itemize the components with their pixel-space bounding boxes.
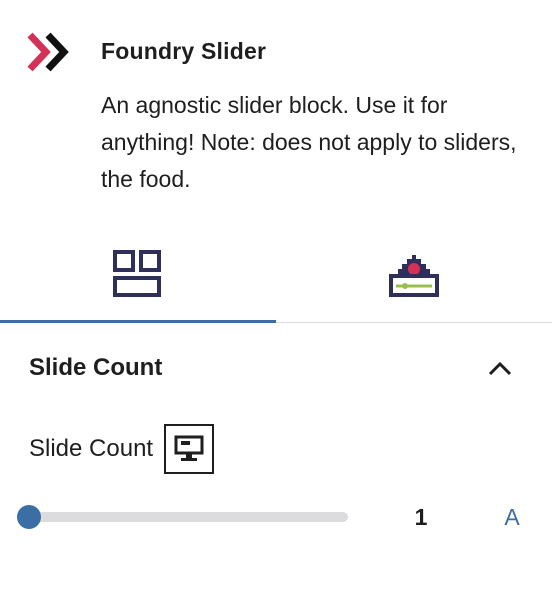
tab-layout[interactable]: [0, 228, 276, 323]
slide-count-label: Slide Count: [29, 435, 154, 462]
unit-toggle-button[interactable]: A: [497, 504, 527, 531]
device-toggle-button[interactable]: [164, 424, 215, 474]
chevron-up-icon[interactable]: [486, 358, 514, 380]
block-card: Foundry Slider An agnostic slider block.…: [0, 0, 552, 215]
range-thumb[interactable]: [17, 505, 41, 529]
slide-count-range: 1 A: [0, 496, 552, 540]
panel-header-slide-count[interactable]: Slide Count: [0, 340, 552, 398]
inspector-tabs: [0, 228, 552, 323]
range-track[interactable]: [18, 512, 348, 522]
settings-gear-slider-icon: [389, 255, 439, 297]
range-value: 1: [414, 504, 428, 530]
panel-title: Slide Count: [29, 354, 163, 381]
tab-settings[interactable]: [276, 228, 552, 322]
slide-count-control: Slide Count: [29, 423, 215, 475]
desktop-icon: [174, 435, 204, 461]
block-description: An agnostic slider block. Use it for any…: [101, 92, 517, 192]
layout-grid-icon: [113, 250, 161, 297]
double-chevron-right-icon: [27, 32, 69, 72]
block-title: Foundry Slider: [101, 38, 267, 64]
